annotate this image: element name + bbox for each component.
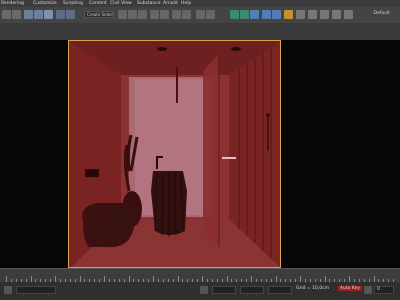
x-coord-field[interactable] <box>212 286 236 294</box>
extra-icon[interactable] <box>344 10 353 19</box>
status-bar: Grid = 10,0cm Auto Key 0 <box>0 282 400 300</box>
frame-field[interactable]: 0 <box>374 286 394 294</box>
curve-editor-icon[interactable] <box>230 10 239 19</box>
play-icon[interactable] <box>364 286 372 294</box>
render-icon[interactable] <box>284 10 293 19</box>
script-listener-field[interactable] <box>16 286 56 294</box>
named-selection-dropdown[interactable]: Create Selection Se <box>84 11 114 18</box>
region-icon[interactable] <box>66 10 75 19</box>
align-icon[interactable] <box>182 10 191 19</box>
material-icon[interactable] <box>250 10 259 19</box>
link-icon[interactable] <box>24 10 33 19</box>
workspace-label[interactable]: Default <box>374 11 390 16</box>
select-icon[interactable] <box>56 10 65 19</box>
maxscript-icon[interactable] <box>4 286 12 294</box>
undo-icon[interactable] <box>2 10 11 19</box>
menu-customize[interactable]: Customize <box>33 0 57 7</box>
schematic-icon[interactable] <box>240 10 249 19</box>
menu-scripting[interactable]: Scripting <box>63 0 83 7</box>
menu-civil-view[interactable]: Civil View <box>110 0 132 7</box>
render-frame-icon[interactable] <box>272 10 281 19</box>
frame-value: 0 <box>377 287 380 292</box>
arnold-icon[interactable] <box>308 10 317 19</box>
move-icon[interactable] <box>118 10 127 19</box>
menu-substance[interactable]: Substance <box>137 0 161 7</box>
scale-icon[interactable] <box>138 10 147 19</box>
render-setup-icon[interactable] <box>262 10 271 19</box>
grid-label: Grid = 10,0cm <box>296 286 329 291</box>
bathroom-scene <box>69 41 280 267</box>
grid-icon[interactable] <box>332 10 341 19</box>
z-coord-field[interactable] <box>268 286 292 294</box>
main-toolbar: Create Selection Se Default <box>0 7 400 24</box>
rotate-icon[interactable] <box>128 10 137 19</box>
menu-content[interactable]: Content <box>89 0 107 7</box>
redo-icon[interactable] <box>12 10 21 19</box>
y-coord-field[interactable] <box>240 286 264 294</box>
snap-icon[interactable] <box>150 10 159 19</box>
lock-icon[interactable] <box>200 286 208 294</box>
menu-help[interactable]: Help <box>181 0 191 7</box>
ribbon-area <box>0 23 400 40</box>
scene-icon[interactable] <box>206 10 215 19</box>
timeline[interactable] <box>0 268 400 283</box>
menu-bar: Rendering Customize Scripting Content Ci… <box>0 0 400 7</box>
menu-rendering[interactable]: Rendering <box>1 0 24 7</box>
bind-icon[interactable] <box>44 10 53 19</box>
layer-icon[interactable] <box>196 10 205 19</box>
teapot-icon[interactable] <box>296 10 305 19</box>
auto-key-button[interactable]: Auto Key <box>338 286 363 291</box>
menu-arnold[interactable]: Arnold <box>163 0 178 7</box>
unlink-icon[interactable] <box>34 10 43 19</box>
mirror-icon[interactable] <box>172 10 181 19</box>
scene-render[interactable] <box>68 40 281 268</box>
viewport[interactable] <box>0 40 400 268</box>
viewport-icon[interactable] <box>320 10 329 19</box>
angle-snap-icon[interactable] <box>160 10 169 19</box>
